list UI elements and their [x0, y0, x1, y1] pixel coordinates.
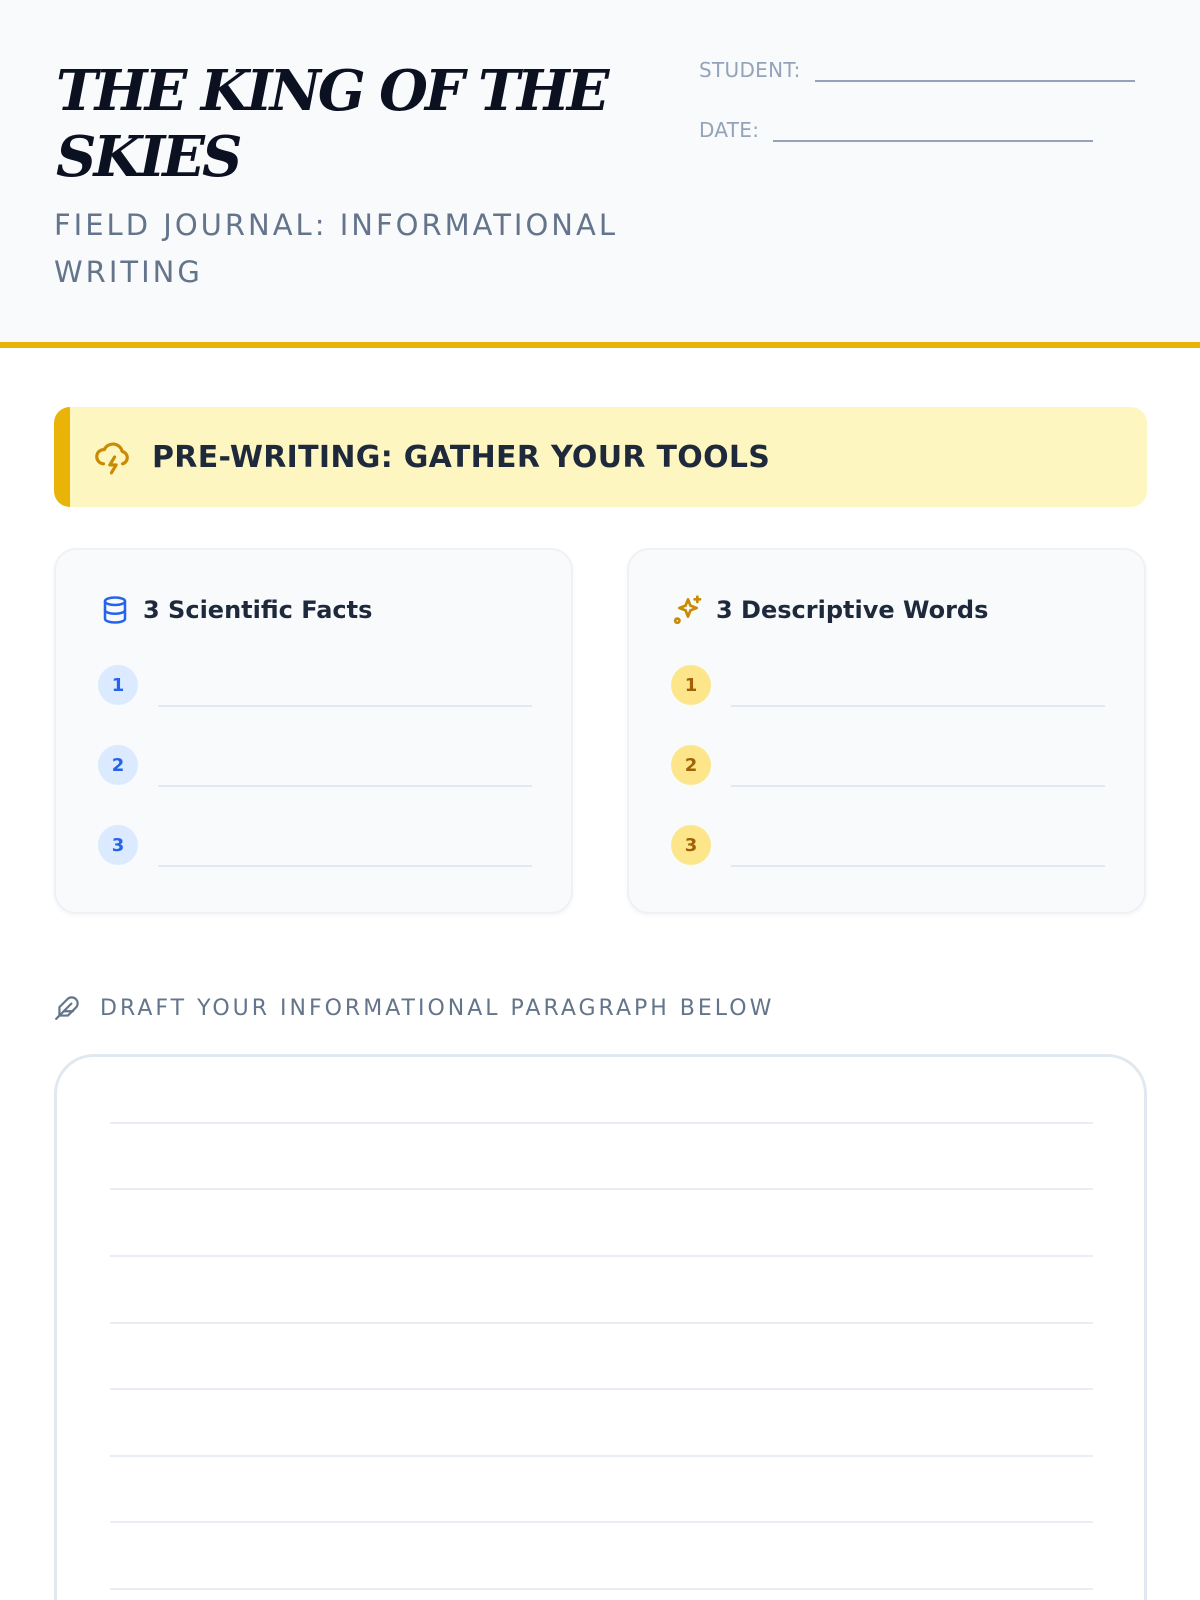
- word-answer-line[interactable]: [731, 705, 1105, 707]
- worksheet-header: THE KING OF THE SKIES FIELD JOURNAL: INF…: [0, 0, 1200, 348]
- number-badge: 2: [98, 745, 138, 785]
- writing-line: [110, 1255, 1093, 1257]
- storm-cloud-icon: [94, 437, 134, 477]
- fact-row-3: 3: [98, 825, 532, 867]
- writing-line: [110, 1388, 1093, 1390]
- draft-writing-area[interactable]: [54, 1054, 1147, 1600]
- date-field: DATE:: [699, 118, 1094, 142]
- number-badge: 3: [98, 825, 138, 865]
- words-card-title: 3 Descriptive Words: [716, 596, 989, 624]
- writing-line: [110, 1455, 1093, 1457]
- date-label: DATE:: [699, 118, 760, 142]
- writing-line: [110, 1322, 1093, 1324]
- draft-heading: DRAFT YOUR INFORMATIONAL PARAGRAPH BELOW: [54, 994, 774, 1022]
- student-label: STUDENT:: [699, 58, 801, 82]
- word-row-1: 1: [671, 665, 1105, 707]
- student-name-line[interactable]: [814, 60, 1135, 82]
- number-badge: 1: [98, 665, 138, 705]
- database-icon: [99, 594, 131, 626]
- word-row-2: 2: [671, 745, 1105, 787]
- facts-card-title: 3 Scientific Facts: [143, 596, 373, 624]
- feather-icon: [54, 994, 82, 1022]
- number-badge: 1: [671, 665, 711, 705]
- page-subtitle: FIELD JOURNAL: INFORMATIONAL WRITING: [54, 208, 618, 289]
- word-answer-line[interactable]: [731, 865, 1105, 867]
- fact-row-1: 1: [98, 665, 532, 707]
- writing-line: [110, 1122, 1093, 1124]
- date-line[interactable]: [773, 120, 1094, 142]
- prewriting-banner: PRE-WRITING: GATHER YOUR TOOLS: [54, 407, 1147, 507]
- fact-answer-line[interactable]: [158, 785, 532, 787]
- word-answer-line[interactable]: [731, 785, 1105, 787]
- number-badge: 2: [671, 745, 711, 785]
- scientific-facts-card: 3 Scientific Facts 1 2 3: [54, 548, 573, 914]
- sparkles-icon: [672, 594, 704, 626]
- writing-line: [110, 1521, 1093, 1523]
- writing-line: [110, 1588, 1093, 1590]
- number-badge: 3: [671, 825, 711, 865]
- draft-label: DRAFT YOUR INFORMATIONAL PARAGRAPH BELOW: [100, 995, 775, 1021]
- writing-line: [110, 1188, 1093, 1190]
- fact-row-2: 2: [98, 745, 532, 787]
- fact-answer-line[interactable]: [158, 865, 532, 867]
- word-row-3: 3: [671, 825, 1105, 867]
- fact-answer-line[interactable]: [158, 705, 532, 707]
- descriptive-words-card: 3 Descriptive Words 1 2 3: [627, 548, 1146, 914]
- banner-heading: PRE-WRITING: GATHER YOUR TOOLS: [152, 439, 771, 475]
- page-title: THE KING OF THE SKIES: [56, 58, 609, 190]
- student-field: STUDENT:: [699, 58, 1135, 82]
